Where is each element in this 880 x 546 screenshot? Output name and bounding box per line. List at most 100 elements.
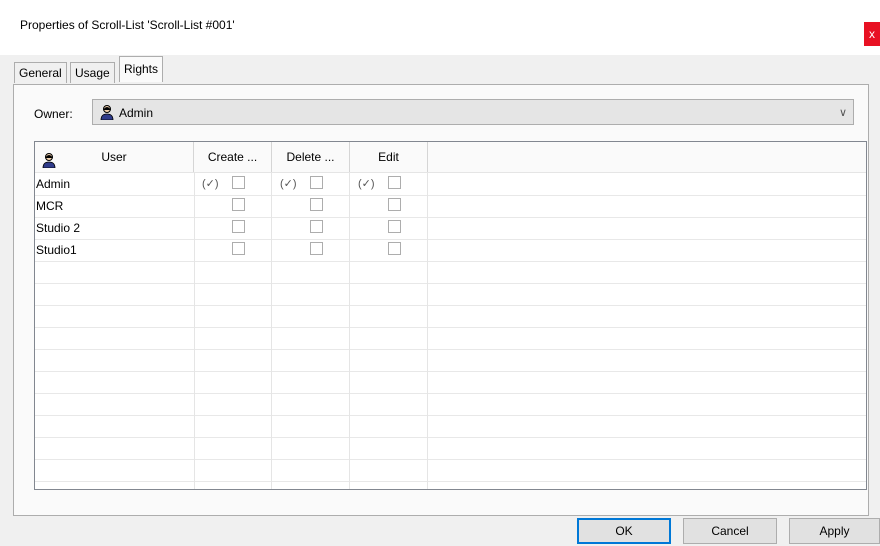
- create-checkbox[interactable]: [232, 176, 245, 189]
- empty-cell: [272, 261, 350, 283]
- empty-cell: [35, 327, 195, 349]
- create-checkbox[interactable]: [232, 198, 245, 211]
- delete-checkbox[interactable]: [310, 242, 323, 255]
- tab-general[interactable]: General: [14, 62, 67, 83]
- empty-cell: [35, 415, 195, 437]
- user-name-cell: Studio 2: [35, 217, 195, 239]
- delete-checkbox[interactable]: [310, 198, 323, 211]
- column-delete[interactable]: Delete ...: [272, 142, 350, 172]
- table-row: [35, 305, 866, 328]
- column-edit[interactable]: Edit: [350, 142, 428, 172]
- edit-cell: [350, 195, 428, 217]
- table-row: [35, 261, 866, 284]
- empty-cell: [272, 371, 350, 393]
- empty-cell: [350, 261, 428, 283]
- empty-cell: [35, 393, 195, 415]
- empty-cell: [350, 437, 428, 459]
- inherited-check-mark: (✓): [358, 178, 375, 190]
- edit-cell: [350, 217, 428, 239]
- table-row: [35, 371, 866, 394]
- edit-cell: (✓): [350, 173, 428, 195]
- create-cell: (✓): [194, 173, 272, 195]
- window-title: Properties of Scroll-List 'Scroll-List #…: [20, 18, 235, 32]
- title-bar: Properties of Scroll-List 'Scroll-List #…: [0, 0, 880, 55]
- empty-cell: [35, 283, 195, 305]
- table-row[interactable]: MCR: [35, 195, 866, 218]
- empty-cell: [350, 393, 428, 415]
- column-create[interactable]: Create ...: [194, 142, 272, 172]
- apply-button[interactable]: Apply: [789, 518, 880, 544]
- empty-cell: [272, 481, 350, 489]
- empty-cell: [194, 459, 272, 481]
- owner-label: Owner:: [34, 107, 73, 121]
- table-row: [35, 437, 866, 460]
- empty-cell: [35, 459, 195, 481]
- owner-select[interactable]: Admin ∨: [92, 99, 854, 125]
- empty-cell: [35, 261, 195, 283]
- close-button[interactable]: x: [864, 22, 880, 46]
- user-name-cell: Admin: [35, 173, 195, 195]
- empty-cell: [194, 305, 272, 327]
- empty-cell: [194, 371, 272, 393]
- empty-cell: [35, 371, 195, 393]
- inherited-check-mark: (✓): [280, 178, 297, 190]
- empty-cell: [272, 327, 350, 349]
- rights-panel: Owner: Admin ∨ User Create ... Delete ..…: [13, 84, 869, 516]
- edit-checkbox[interactable]: [388, 220, 401, 233]
- edit-checkbox[interactable]: [388, 176, 401, 189]
- chevron-down-icon[interactable]: ∨: [839, 106, 847, 119]
- table-row: [35, 393, 866, 416]
- empty-cell: [194, 437, 272, 459]
- delete-checkbox[interactable]: [310, 176, 323, 189]
- create-cell: [194, 239, 272, 261]
- tab-rights[interactable]: Rights: [119, 56, 164, 82]
- empty-cell: [350, 349, 428, 371]
- user-name-cell: MCR: [35, 195, 195, 217]
- edit-checkbox[interactable]: [388, 198, 401, 211]
- table-row: [35, 481, 866, 489]
- delete-cell: [272, 217, 350, 239]
- tab-usage[interactable]: Usage: [70, 62, 115, 83]
- table-row: [35, 415, 866, 438]
- grid-header: User Create ... Delete ... Edit: [35, 142, 866, 173]
- delete-cell: (✓): [272, 173, 350, 195]
- empty-cell: [194, 481, 272, 489]
- create-checkbox[interactable]: [232, 242, 245, 255]
- empty-cell: [350, 415, 428, 437]
- empty-cell: [272, 415, 350, 437]
- empty-cell: [350, 481, 428, 489]
- empty-cell: [350, 283, 428, 305]
- column-user-label: User: [101, 150, 127, 164]
- delete-checkbox[interactable]: [310, 220, 323, 233]
- empty-cell: [350, 371, 428, 393]
- ok-button[interactable]: OK: [577, 518, 671, 544]
- table-row[interactable]: Studio1: [35, 239, 866, 262]
- create-cell: [194, 195, 272, 217]
- empty-cell: [194, 283, 272, 305]
- person-icon: [99, 104, 115, 121]
- empty-cell: [272, 349, 350, 371]
- inherited-check-mark: (✓): [202, 178, 219, 190]
- empty-cell: [35, 305, 195, 327]
- table-row: [35, 283, 866, 306]
- empty-cell: [350, 305, 428, 327]
- cancel-button[interactable]: Cancel: [683, 518, 777, 544]
- empty-cell: [272, 283, 350, 305]
- rights-grid: User Create ... Delete ... Edit Admin (✓)…: [34, 141, 867, 490]
- empty-cell: [272, 305, 350, 327]
- empty-cell: [272, 437, 350, 459]
- empty-cell: [35, 481, 195, 489]
- table-row: [35, 327, 866, 350]
- column-user[interactable]: User: [35, 142, 194, 172]
- edit-checkbox[interactable]: [388, 242, 401, 255]
- empty-cell: [35, 437, 195, 459]
- empty-cell: [194, 349, 272, 371]
- table-row[interactable]: Studio 2: [35, 217, 866, 240]
- owner-value: Admin: [119, 106, 154, 120]
- empty-cell: [35, 349, 195, 371]
- person-icon: [41, 149, 57, 169]
- table-row[interactable]: Admin (✓) (✓) (✓): [35, 173, 866, 196]
- empty-cell: [272, 459, 350, 481]
- create-checkbox[interactable]: [232, 220, 245, 233]
- empty-cell: [194, 415, 272, 437]
